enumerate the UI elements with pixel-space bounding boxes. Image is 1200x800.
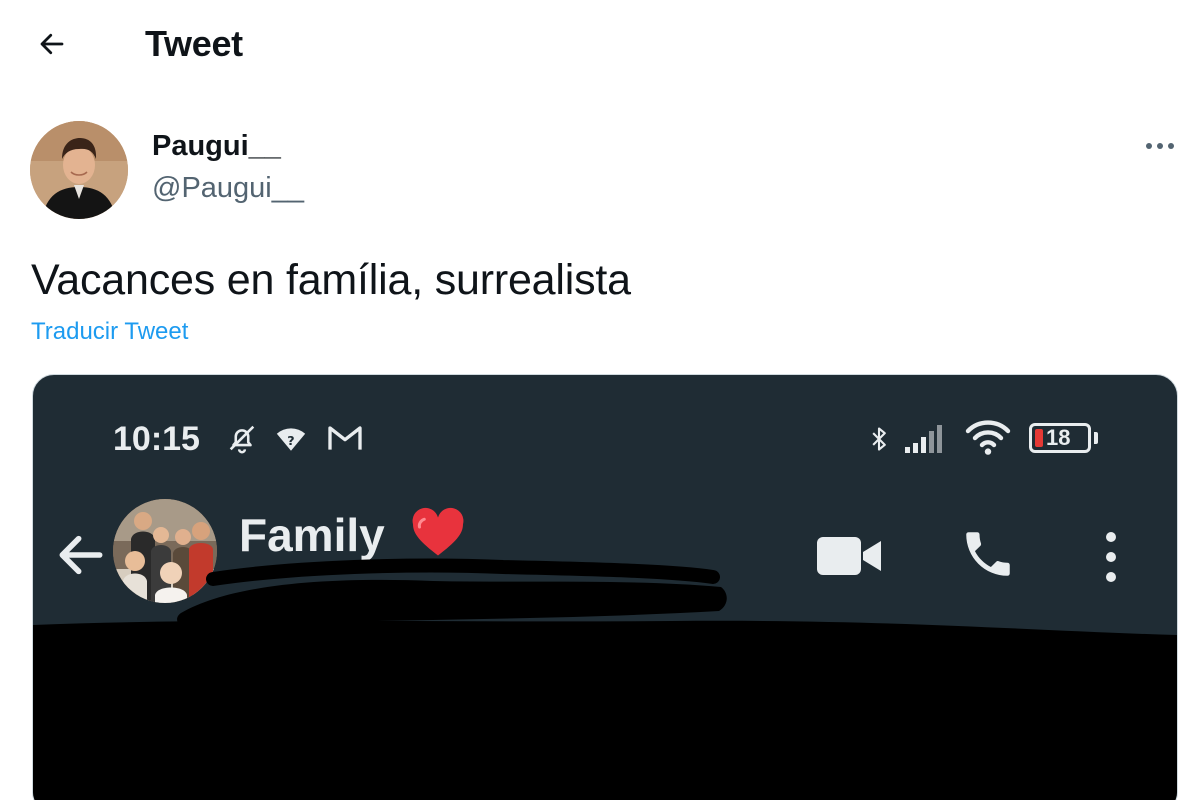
video-call-icon[interactable] [815, 533, 883, 579]
back-button[interactable] [30, 22, 74, 66]
status-time: 10:15 [113, 420, 200, 458]
more-horizontal-icon [1146, 143, 1174, 149]
battery-indicator: 18 [1029, 423, 1091, 453]
more-options-button[interactable] [1138, 128, 1182, 164]
more-vertical-icon[interactable] [1095, 527, 1127, 587]
back-arrow-icon [59, 535, 103, 575]
battery-level: 18 [1046, 425, 1071, 450]
translate-tweet-link[interactable]: Traducir Tweet [31, 316, 188, 348]
phone-status-bar: 10:15 ? 18 [33, 375, 1177, 485]
svg-text:?: ? [287, 434, 294, 449]
wifi-icon [965, 420, 1011, 455]
arrow-left-icon [40, 33, 64, 55]
page-header: Tweet [0, 0, 1200, 88]
author-avatar[interactable] [30, 121, 128, 219]
tweet-text: Vacances en família, surrealista [31, 256, 631, 304]
author-display-name[interactable]: Paugui__ [152, 128, 281, 164]
battery-nub [1094, 432, 1098, 444]
redaction-block [33, 620, 1177, 800]
gmail-icon [328, 426, 362, 450]
bluetooth-icon [872, 427, 886, 451]
signal-icon [905, 425, 942, 453]
page-title: Tweet [145, 23, 243, 64]
battery-level-fill [1035, 429, 1043, 447]
wifi-question-icon: ? [276, 428, 306, 451]
author-handle[interactable]: @Paugui__ [152, 170, 304, 206]
bell-off-icon [229, 425, 255, 454]
phone-icon[interactable] [959, 525, 1017, 583]
tweet-media-image[interactable]: 10:15 ? 18 Family [32, 374, 1178, 800]
person-photo [30, 121, 128, 219]
tweet-page: Tweet Paugui__ @Paugui__ Vacances en fam… [0, 0, 1200, 800]
